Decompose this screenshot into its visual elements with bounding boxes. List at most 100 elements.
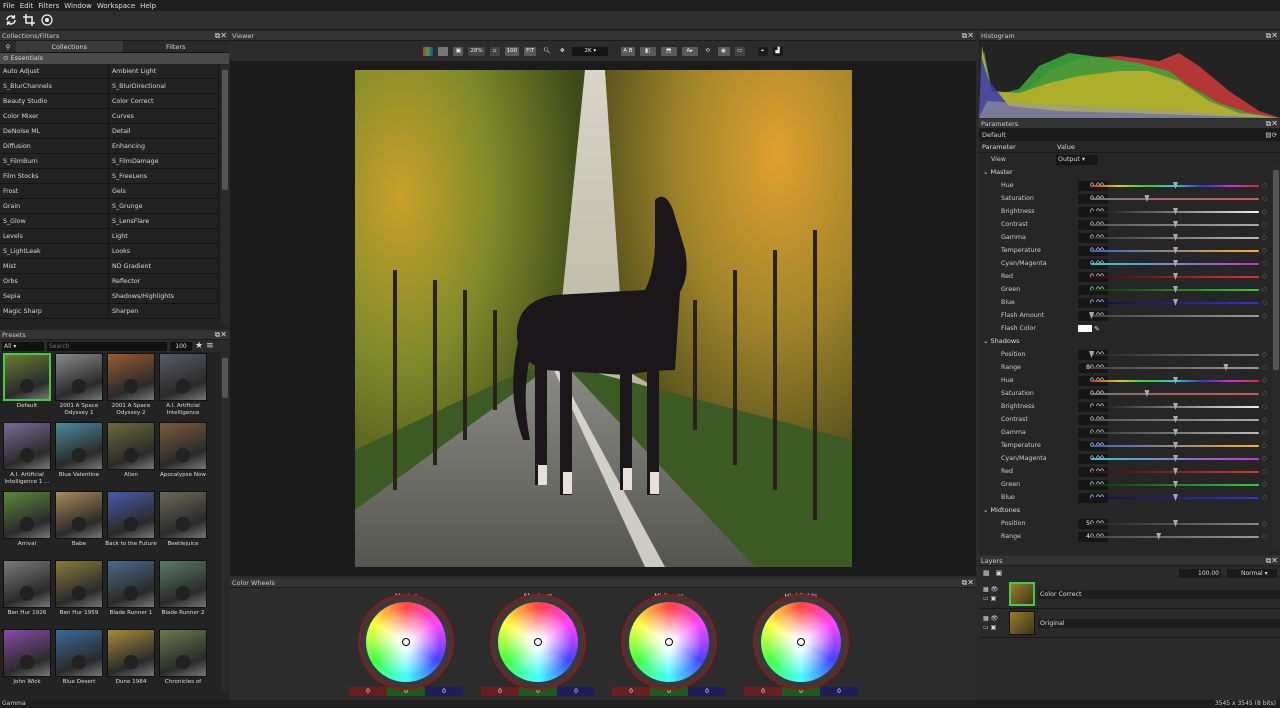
- menu-workspace[interactable]: Workspace: [97, 2, 135, 10]
- preset-item[interactable]: Blade Runner 1: [105, 559, 157, 628]
- preset-size-field[interactable]: 100: [170, 341, 192, 351]
- save-reset-icon[interactable]: ▤⟳: [1265, 129, 1277, 141]
- preset-item[interactable]: A.I. Artificial Intelligence: [157, 352, 209, 421]
- preset-item[interactable]: Ben Hur 1959: [53, 559, 105, 628]
- filter-item[interactable]: S_LightLeak: [0, 244, 109, 259]
- monitor-icon[interactable]: ▭: [734, 46, 745, 56]
- main-photo[interactable]: [355, 70, 852, 567]
- list-menu-icon[interactable]: ≡: [206, 341, 214, 351]
- filter-item[interactable]: S_FilmDamage: [109, 154, 219, 169]
- filter-item[interactable]: Auto Adjust: [0, 64, 109, 79]
- split-vertical-icon[interactable]: ◧: [639, 46, 656, 56]
- filter-item[interactable]: Light: [109, 229, 219, 244]
- filter-item[interactable]: S_Grunge: [109, 199, 219, 214]
- menu-window[interactable]: Window: [64, 2, 92, 10]
- filter-item[interactable]: Diffusion: [0, 139, 109, 154]
- wheel-blue-value[interactable]: 0: [557, 687, 595, 696]
- tab-filters[interactable]: Filters: [123, 41, 230, 52]
- panel-float-close-icon[interactable]: ⧉✕: [962, 578, 974, 587]
- wheel-blue-value[interactable]: 0: [425, 687, 463, 696]
- wheel-red-value[interactable]: 0: [349, 687, 387, 696]
- filter-item[interactable]: Levels: [0, 229, 109, 244]
- panel-float-close-icon[interactable]: ⧉✕: [1266, 119, 1278, 128]
- menu-edit[interactable]: Edit: [20, 2, 34, 10]
- reset-dot[interactable]: [1262, 209, 1267, 214]
- filter-item[interactable]: Orbs: [0, 274, 109, 289]
- reset-dot[interactable]: [1262, 196, 1267, 201]
- filter-item[interactable]: S_BlurChannels: [0, 79, 109, 94]
- section-master[interactable]: ⌄ Master: [979, 166, 1280, 179]
- reset-dot[interactable]: [1262, 235, 1267, 240]
- reset-dot[interactable]: [1262, 287, 1267, 292]
- reset-dot[interactable]: [1262, 443, 1267, 448]
- reset-dot[interactable]: [1262, 261, 1267, 266]
- crosshair-icon[interactable]: ⌖: [757, 46, 768, 56]
- section-shadows[interactable]: ⌄ Shadows: [979, 335, 1280, 348]
- preset-item[interactable]: Blade Runner 2: [157, 559, 209, 628]
- checker-icon[interactable]: [438, 46, 449, 56]
- menu-file[interactable]: File: [3, 2, 15, 10]
- layer-visibility-icons[interactable]: ▦ 👁︎ ▭ ▣: [979, 585, 1007, 603]
- search-icon[interactable]: ⚲: [0, 41, 16, 52]
- param-slider[interactable]: [1091, 198, 1259, 200]
- layer-name[interactable]: Original: [1038, 618, 1280, 628]
- view-select[interactable]: Output ▾: [1056, 154, 1098, 165]
- reset-dot[interactable]: [1262, 183, 1267, 188]
- filter-item[interactable]: S_FilmBurn: [0, 154, 109, 169]
- wheel-blue-value[interactable]: 0: [820, 687, 858, 696]
- param-slider[interactable]: [1091, 536, 1259, 538]
- layer-mask-icon[interactable]: ▣: [996, 569, 1003, 577]
- channels-icon[interactable]: [423, 46, 434, 56]
- filter-item[interactable]: Sepia: [0, 289, 109, 304]
- color-wheel[interactable]: [629, 602, 709, 682]
- frame-icon[interactable]: ▣: [453, 46, 464, 56]
- wheel-green-value[interactable]: 0: [387, 687, 425, 696]
- eyedropper-icon[interactable]: ✎: [1094, 325, 1100, 333]
- color-wheel[interactable]: [761, 602, 841, 682]
- filter-item[interactable]: Curves: [109, 109, 219, 124]
- preset-search-input[interactable]: Search: [47, 341, 167, 351]
- reset-dot[interactable]: [1262, 352, 1267, 357]
- reset-dot[interactable]: [1262, 274, 1267, 279]
- preset-category-select[interactable]: All ▾: [2, 341, 44, 351]
- preset-item[interactable]: Apocalypse Now: [157, 421, 209, 490]
- wheel-green-value[interactable]: 0: [519, 687, 557, 696]
- filter-item[interactable]: Grain: [0, 199, 109, 214]
- layer-visibility-icons[interactable]: ▦ 👁︎ ▭ ▣: [979, 614, 1007, 632]
- reset-dot[interactable]: [1262, 300, 1267, 305]
- preset-name-bar[interactable]: Default ▤⟳: [979, 129, 1280, 141]
- preset-item[interactable]: Alien: [105, 421, 157, 490]
- reset-dot[interactable]: [1262, 430, 1267, 435]
- preset-item[interactable]: Beetlejuice: [157, 490, 209, 559]
- preset-item[interactable]: Chronicles of: [157, 628, 209, 692]
- panel-float-close-icon[interactable]: ⧉✕: [215, 31, 227, 40]
- mask-icon[interactable]: [40, 13, 54, 27]
- filter-scrollbar[interactable]: [221, 64, 229, 324]
- filter-item[interactable]: Shadows/Highlights: [109, 289, 219, 304]
- panel-float-close-icon[interactable]: ⧉✕: [962, 31, 974, 40]
- filter-item[interactable]: Color Mixer: [0, 109, 109, 124]
- zoom-value[interactable]: 28%: [468, 46, 485, 56]
- preset-item[interactable]: Dune 1984: [105, 628, 157, 692]
- wheel-green-value[interactable]: 0: [782, 687, 820, 696]
- camera-icon[interactable]: ◉: [717, 46, 730, 56]
- wheel-green-value[interactable]: 0: [650, 687, 688, 696]
- wheel-handle[interactable]: [534, 638, 542, 646]
- crop-icon[interactable]: [22, 13, 36, 27]
- preset-item[interactable]: John Wick: [1, 628, 53, 692]
- zoom-icon[interactable]: 🔍︎: [541, 47, 552, 56]
- link-icon[interactable]: ⟲: [703, 47, 713, 56]
- flash-color-swatch[interactable]: [1078, 325, 1092, 332]
- tab-collections[interactable]: Collections: [16, 41, 123, 52]
- color-wheel[interactable]: [366, 602, 446, 682]
- preset-item[interactable]: Blue Valentine: [53, 421, 105, 490]
- pan-icon[interactable]: ✥: [557, 47, 567, 56]
- wheel-handle[interactable]: [402, 638, 410, 646]
- zoom-out-icon[interactable]: ▫: [489, 46, 500, 56]
- reset-dot[interactable]: [1262, 222, 1267, 227]
- zoom-100-button[interactable]: 100: [504, 46, 520, 56]
- panel-float-close-icon[interactable]: ⧉✕: [1266, 31, 1278, 40]
- filter-item[interactable]: Detail: [109, 124, 219, 139]
- add-layer-icon[interactable]: ▦: [983, 569, 990, 577]
- histogram-toggle-icon[interactable]: ▟: [772, 46, 783, 56]
